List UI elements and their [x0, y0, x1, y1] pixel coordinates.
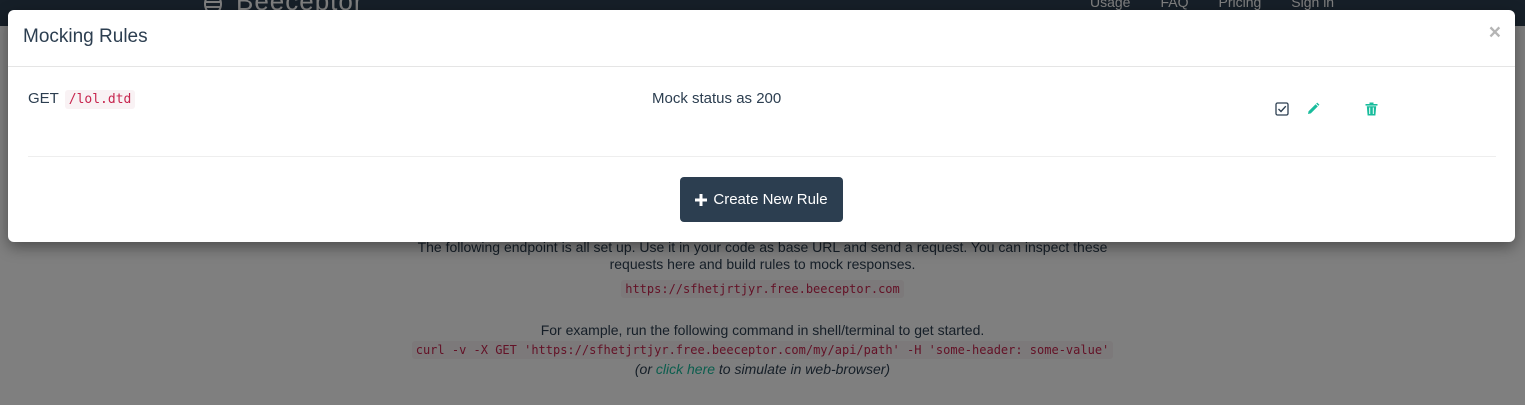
- modal-header: Mocking Rules ×: [8, 10, 1515, 67]
- rule-description: Mock status as 200: [652, 90, 782, 107]
- rule-method: GET: [28, 90, 59, 107]
- enable-checkbox-icon[interactable]: [1274, 101, 1290, 117]
- modal-title: Mocking Rules: [23, 26, 148, 47]
- rule-row: GET /lol.dtd Mock status as 200: [28, 67, 1496, 157]
- trash-icon[interactable]: [1363, 101, 1379, 117]
- rule-route: GET /lol.dtd: [28, 90, 136, 109]
- create-new-rule-button[interactable]: Create New Rule: [680, 177, 843, 222]
- rule-path: /lol.dtd: [64, 90, 136, 109]
- create-new-rule-label: Create New Rule: [713, 191, 828, 208]
- close-button[interactable]: ×: [1489, 22, 1501, 43]
- mocking-rules-modal: Mocking Rules × GET /lol.dtd Mock status…: [8, 10, 1515, 242]
- plus-icon: [695, 193, 708, 206]
- pencil-icon[interactable]: [1305, 101, 1321, 117]
